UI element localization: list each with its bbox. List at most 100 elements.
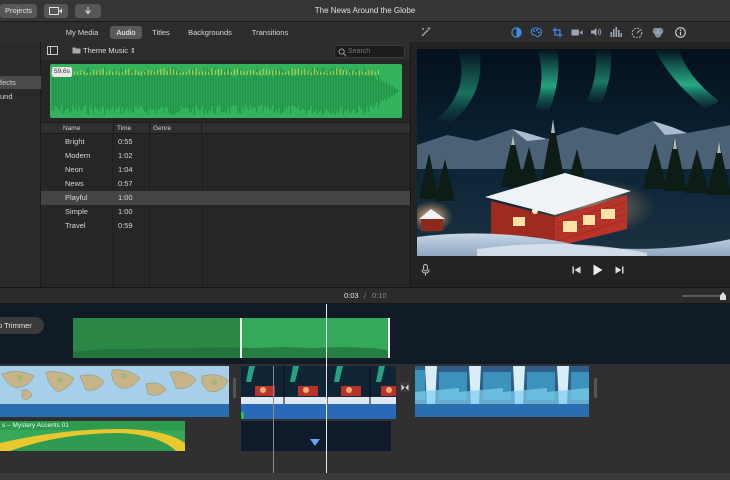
skip-forward-button[interactable] (613, 263, 625, 277)
color-balance-icon (510, 26, 522, 38)
timeline[interactable]: p Trimmer s – Mystery Accents 01 (0, 304, 730, 480)
sound-effect-clip-label: s – Mystery Accents 01 (2, 422, 69, 429)
preview-duration-badge: 59.6s (52, 67, 72, 77)
folder-icon (72, 47, 81, 54)
sound-effect-clip-dark[interactable] (241, 421, 391, 451)
speed-icon (631, 27, 643, 38)
source-dropdown-label: Theme Music (83, 46, 129, 55)
volume-button[interactable] (589, 25, 603, 39)
transition-icon (401, 384, 409, 390)
track-time: 1:00 (118, 207, 133, 216)
enhance-button[interactable] (419, 25, 433, 39)
track-row[interactable]: Travel 0:59 (41, 219, 410, 233)
track-name: News (65, 179, 84, 188)
video-clip-waterfall[interactable] (415, 366, 589, 417)
tab-audio[interactable]: Audio (110, 26, 142, 39)
sidebar-item-sound-effects[interactable]: fects (0, 76, 41, 89)
skip-back-button[interactable] (570, 263, 582, 277)
play-icon (593, 264, 603, 276)
info-icon (674, 26, 686, 38)
toggle-sidebar-button[interactable] (47, 46, 58, 55)
equalizer-icon (610, 27, 622, 37)
voiceover-button[interactable] (419, 263, 431, 277)
viewer-panel (410, 42, 730, 287)
clip-info-button[interactable] (673, 25, 687, 39)
timecode-separator: / (364, 291, 367, 300)
timeline-zoom-slider[interactable] (682, 292, 726, 300)
tab-my-media[interactable]: My Media (62, 26, 102, 39)
current-timecode: 0:03 (344, 291, 359, 300)
clip-filter-button[interactable] (651, 25, 665, 39)
window-title: The News Around the Globe (314, 6, 416, 15)
video-clip-world-map[interactable] (0, 366, 229, 417)
tab-transitions[interactable]: Transitions (247, 26, 293, 39)
track-time: 0:59 (118, 221, 133, 230)
search-input[interactable] (348, 46, 403, 57)
clip-trimmer-lane: p Trimmer (0, 304, 730, 364)
world-map-thumbnails (0, 366, 229, 417)
track-row[interactable]: Bright 0:55 (41, 135, 410, 149)
stabilization-button[interactable] (570, 25, 584, 39)
clip-trimmer-button[interactable]: p Trimmer (0, 317, 44, 334)
track-time: 1:04 (118, 165, 133, 174)
title-bar: Projects The News Around the Globe (0, 0, 730, 22)
track-name: Playful (65, 193, 88, 202)
zoom-slider-track (682, 295, 726, 297)
adjustments-toolbar (410, 22, 730, 42)
source-dropdown[interactable]: Theme Music ⇕ (72, 45, 136, 57)
play-button[interactable] (591, 263, 605, 277)
track-row[interactable]: Modern 1:02 (41, 149, 410, 163)
marker-triangle-icon (310, 439, 320, 446)
crop-button[interactable] (550, 25, 564, 39)
transition-button[interactable] (400, 382, 410, 392)
color-balance-button[interactable] (509, 25, 523, 39)
library-sidebar: fects und (0, 42, 41, 287)
timeline-header: 0:03 / 0:10 (0, 287, 730, 304)
transition-left-marker[interactable] (233, 378, 236, 398)
track-list-header: Name Time Genre (41, 122, 410, 134)
equalizer-button[interactable] (609, 25, 623, 39)
track-row[interactable]: Simple 1:00 (41, 205, 410, 219)
color-correction-button[interactable] (529, 25, 543, 39)
waterfall-thumbnails (415, 366, 589, 417)
track-time: 1:00 (118, 193, 133, 202)
tab-backgrounds[interactable]: Backgrounds (184, 26, 236, 39)
playhead[interactable] (326, 304, 327, 474)
column-header-name[interactable]: Name (60, 123, 114, 134)
track-name: Neon (65, 165, 83, 174)
track-name: Travel (65, 221, 86, 230)
video-preview-frame[interactable] (417, 49, 730, 256)
microphone-icon (421, 264, 429, 276)
sidebar-toggle-icon (47, 46, 58, 55)
filter-icon (652, 27, 664, 38)
timeline-bottom-bar (0, 473, 730, 480)
aurora-cabin-thumbnails (241, 366, 396, 419)
column-header-time[interactable]: Time (114, 123, 150, 134)
crop-icon (552, 27, 562, 37)
color-correction-icon (530, 26, 542, 37)
waveform-graphic (51, 67, 400, 115)
skip-forward-icon (615, 266, 623, 274)
track-row[interactable]: News 0:57 (41, 177, 410, 191)
browser-header: Theme Music ⇕ (41, 42, 410, 60)
search-field[interactable] (334, 45, 405, 58)
camera-icon (571, 29, 583, 35)
column-header-genre[interactable]: Genre (150, 123, 202, 134)
track-name: Modern (65, 151, 91, 160)
track-row-selected[interactable]: Playful 1:00 (41, 191, 410, 205)
music-clip-trimmer[interactable] (73, 318, 390, 358)
audio-preview-waveform[interactable] (50, 64, 402, 118)
speed-button[interactable] (630, 25, 644, 39)
zoom-slider-knob[interactable] (720, 292, 726, 300)
aurora-cabin-image (417, 49, 730, 256)
clip-end-marker[interactable] (594, 378, 597, 398)
audio-browser: Theme Music⇕ 59.6s Name Time Genre Brigh… (41, 42, 410, 287)
video-clip-aurora-cabin[interactable] (241, 366, 396, 419)
tab-titles[interactable]: Titles (148, 26, 174, 39)
sidebar-item-garageband[interactable]: und (0, 90, 41, 103)
track-row[interactable]: Neon 1:04 (41, 163, 410, 177)
sound-effect-clip-mystery-accents[interactable]: s – Mystery Accents 01 (0, 421, 185, 451)
skip-back-icon (572, 266, 580, 274)
track-name: Bright (65, 137, 85, 146)
search-icon (338, 48, 347, 57)
